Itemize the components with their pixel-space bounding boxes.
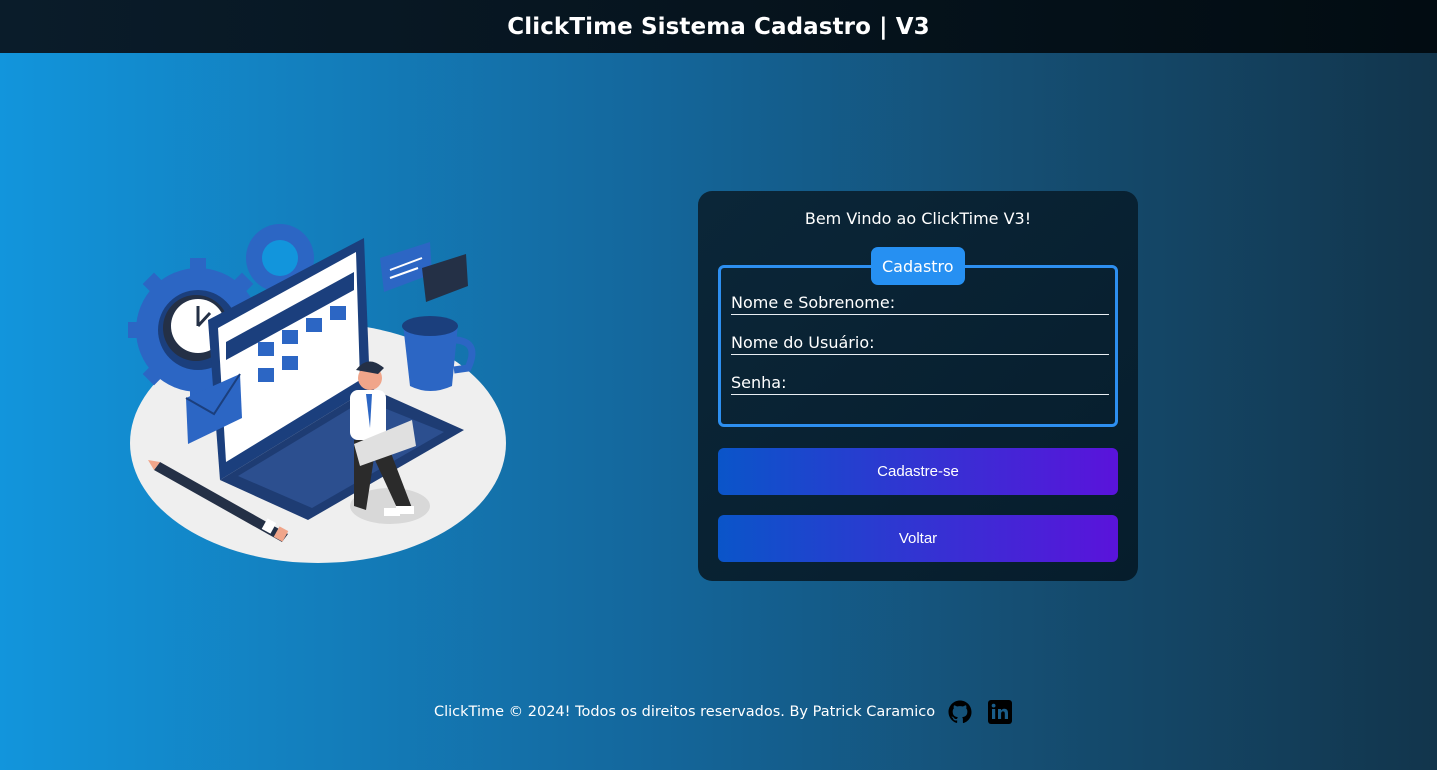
footer-text: ClickTime © 2024! Todos os direitos rese…: [434, 704, 936, 720]
top-header: ClickTime Sistema Cadastro | V3: [0, 0, 1437, 53]
register-button[interactable]: Cadastre-se: [718, 448, 1118, 495]
chat-bubble-icon: [380, 242, 468, 302]
fieldset-legend: Cadastro: [871, 247, 965, 285]
github-icon[interactable]: [948, 700, 972, 724]
back-button[interactable]: Voltar: [718, 515, 1118, 562]
page-title: ClickTime Sistema Cadastro | V3: [507, 13, 930, 40]
username-field[interactable]: Nome do Usuário:: [731, 329, 1109, 355]
password-input[interactable]: [731, 369, 1109, 394]
username-input[interactable]: [731, 329, 1109, 354]
footer: ClickTime © 2024! Todos os direitos rese…: [434, 698, 1013, 726]
full-name-input[interactable]: [731, 289, 1109, 314]
welcome-text: Bem Vindo ao ClickTime V3!: [804, 209, 1032, 228]
full-name-field[interactable]: Nome e Sobrenome:: [731, 289, 1109, 315]
password-field[interactable]: Senha:: [731, 369, 1109, 395]
linkedin-icon[interactable]: [988, 700, 1013, 724]
office-illustration: [128, 224, 506, 563]
register-card: Bem Vindo ao ClickTime V3! Cadastro Nome…: [698, 191, 1138, 581]
